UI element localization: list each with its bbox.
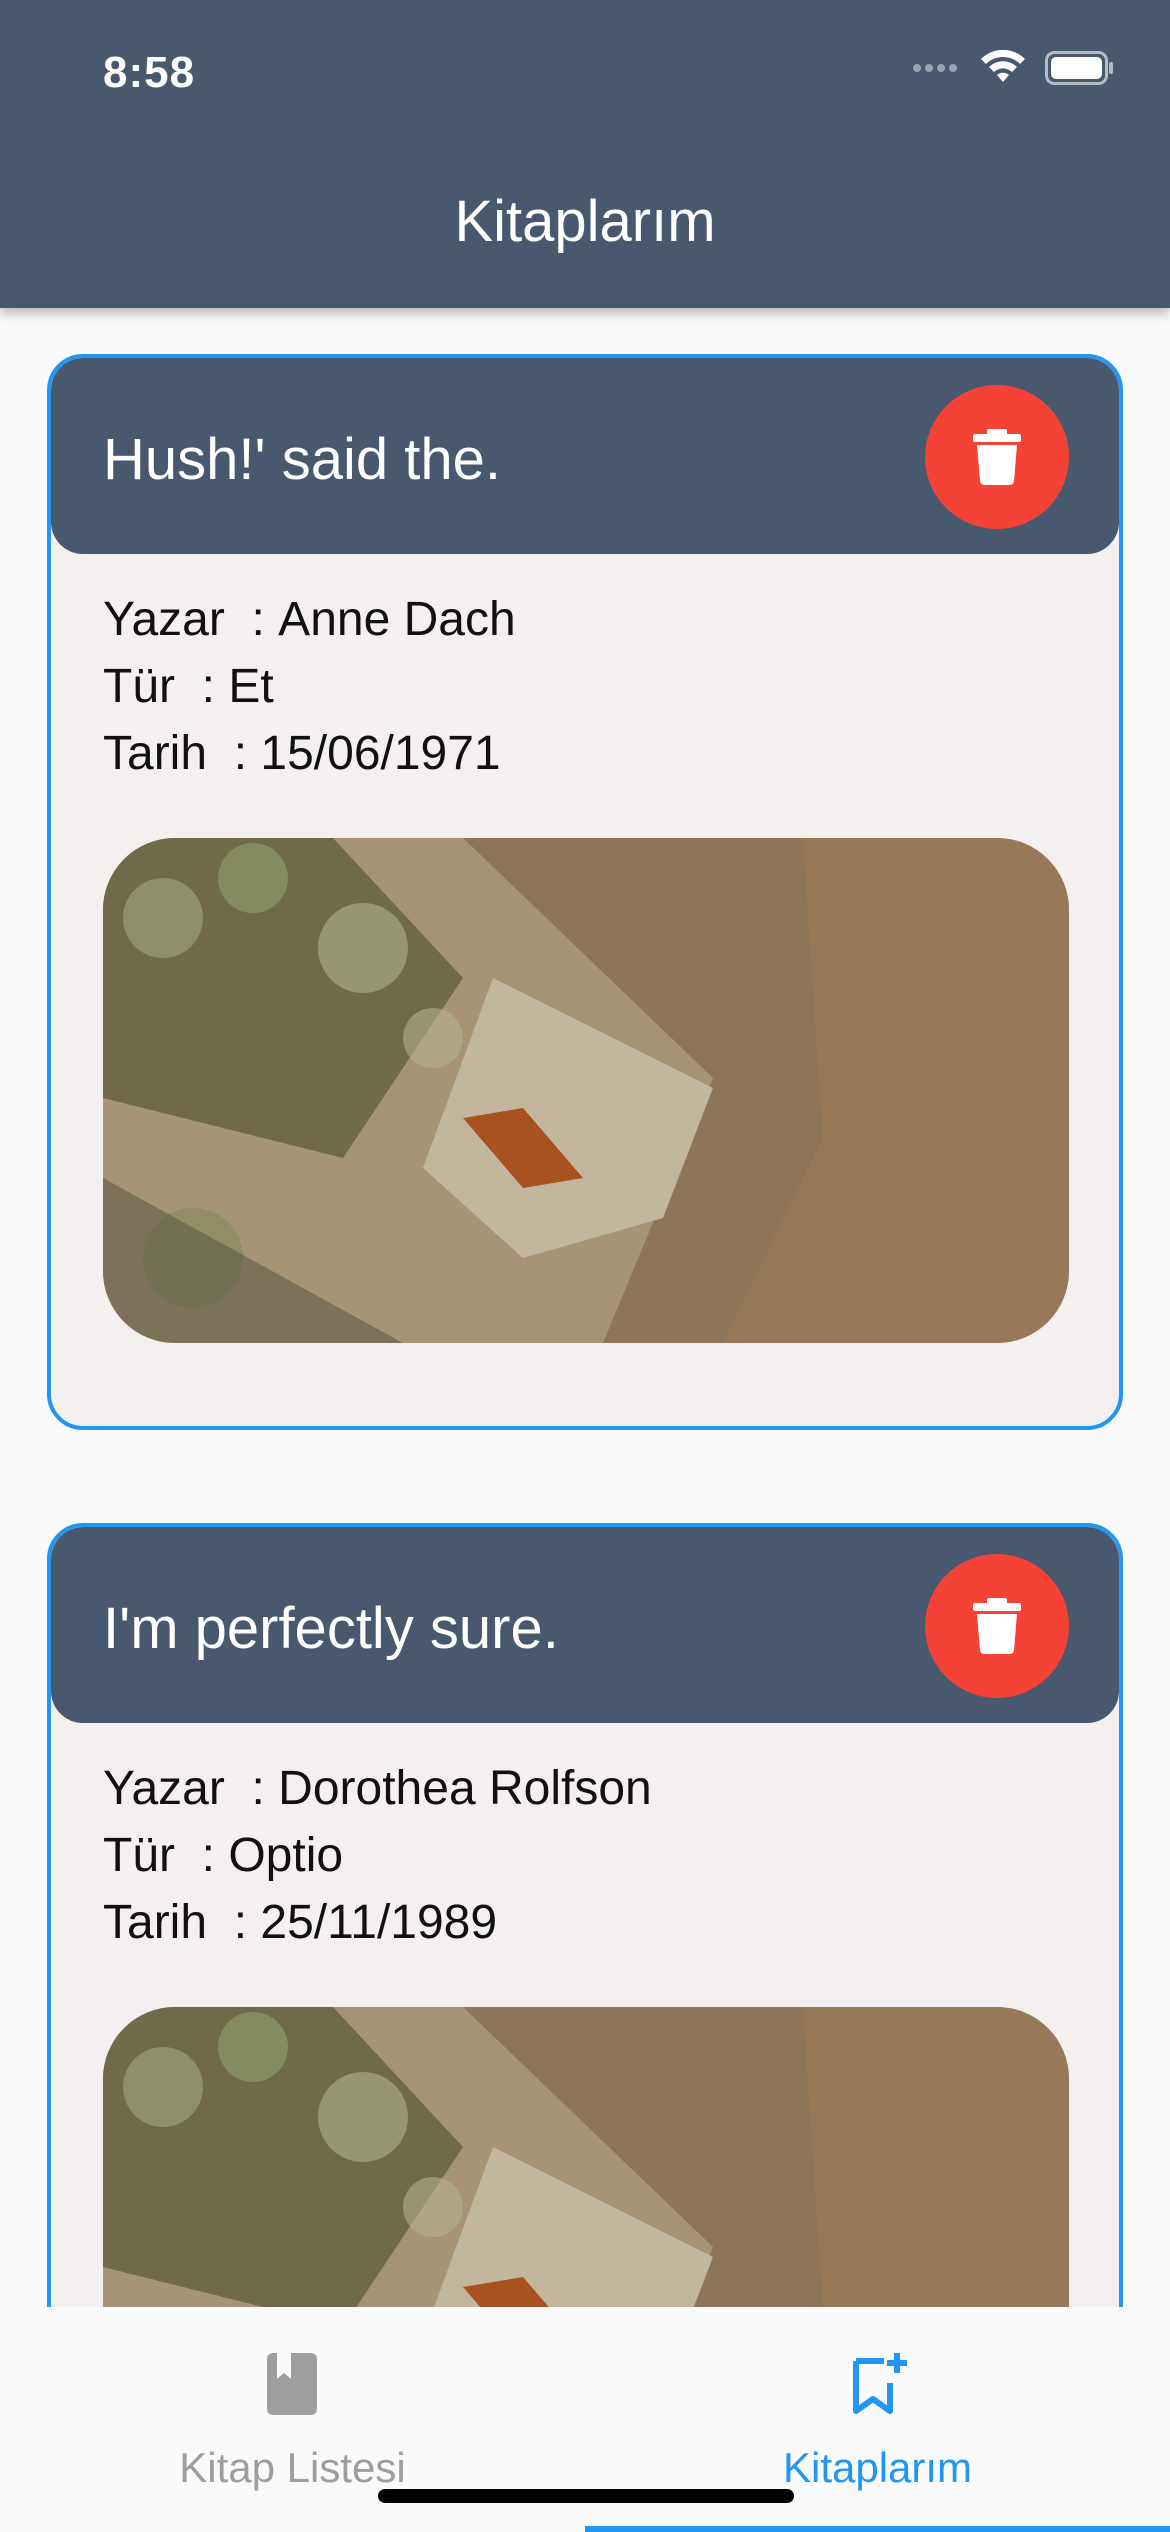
genre-value: Optio [228,1829,344,1882]
bookmark-add-icon [853,2353,907,2414]
date-label: Tarih [103,1896,208,1949]
book-info: Yazar : Anne Dach Tür : Et Tarih : 15/06… [103,586,516,787]
author-label: Yazar [103,593,225,646]
wifi-icon [981,50,1025,82]
date-label: Tarih [103,727,208,780]
genre-label: Tür [103,660,175,713]
status-icons [913,50,1115,86]
book-card-header: Hush!' said the. [51,358,1119,554]
book-card-header: I'm perfectly sure. [51,1527,1119,1723]
date-value: 15/06/1971 [260,727,501,780]
trash-icon [973,1598,1021,1654]
nav-label: Kitaplarım [782,2444,973,2491]
book-card: Hush!' said the. Yazar : Anne Dach Tür :… [47,354,1123,1430]
battery-icon [1045,51,1113,85]
genre-row: Tür : Et [103,653,516,720]
genre-label: Tür [103,1829,175,1882]
book-icon [267,2353,317,2415]
genre-value: Et [228,660,274,713]
date-value: 25/11/1989 [260,1896,498,1949]
author-value: Dorothea Rolfson [278,1762,652,1815]
book-info: Yazar : Dorothea Rolfson Tür : Optio Tar… [103,1755,652,1956]
home-indicator[interactable] [378,2489,794,2503]
delete-button[interactable] [925,385,1069,529]
status-time: 8:58 [103,48,196,97]
author-row: Yazar : Dorothea Rolfson [103,1755,652,1822]
app-bar: 8:58 Kitaplarım [0,0,1170,308]
cellular-signal-icon [913,59,961,77]
page-title: Kitaplarım [454,189,716,254]
date-row: Tarih : 25/11/1989 [103,1889,652,1956]
book-card: I'm perfectly sure. Yazar : Dorothea Rol… [47,1523,1123,2307]
book-cover-image [103,838,1069,1343]
active-tab-indicator [585,2526,1170,2532]
nav-label: Kitap Listesi [179,2444,406,2491]
author-row: Yazar : Anne Dach [103,586,516,653]
trash-icon [973,429,1021,485]
author-label: Yazar [103,1762,225,1815]
genre-row: Tür : Optio [103,1822,652,1889]
book-list[interactable]: Hush!' said the. Yazar : Anne Dach Tür :… [0,308,1170,2307]
delete-button[interactable] [925,1554,1069,1698]
book-cover-image [103,2007,1069,2307]
author-value: Anne Dach [278,593,516,646]
date-row: Tarih : 15/06/1971 [103,720,516,787]
book-title: Hush!' said the. [103,427,501,492]
book-title: I'm perfectly sure. [103,1596,559,1661]
